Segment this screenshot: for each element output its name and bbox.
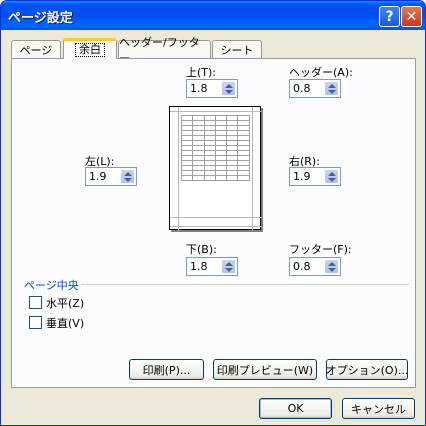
top-margin-stepper[interactable] bbox=[221, 81, 236, 96]
footer-margin-stepper[interactable] bbox=[324, 259, 339, 274]
header-margin-value: 0.8 bbox=[293, 82, 311, 95]
center-vertical-checkbox[interactable] bbox=[29, 316, 42, 329]
page-preview-graphic bbox=[170, 107, 262, 231]
center-horizontal-label[interactable]: 水平(Z) bbox=[46, 295, 84, 311]
print-button[interactable]: 印刷(P)... bbox=[129, 359, 204, 380]
tab-page-label: ページ bbox=[19, 43, 53, 57]
header-margin-label: ヘッダー(A): bbox=[289, 66, 353, 79]
center-vertical-label[interactable]: 垂直(V) bbox=[46, 315, 84, 331]
ok-button[interactable]: OK bbox=[259, 398, 332, 419]
right-margin-stepper[interactable] bbox=[324, 169, 339, 184]
group-divider bbox=[81, 284, 409, 285]
right-margin-value: 1.9 bbox=[293, 170, 311, 183]
help-button[interactable]: ? bbox=[379, 6, 400, 27]
options-button[interactable]: オプション(O)... bbox=[326, 359, 408, 380]
spin-arrows-icon bbox=[225, 262, 233, 272]
print-button-label: 印刷(P)... bbox=[142, 363, 191, 377]
page-preview bbox=[169, 106, 262, 231]
top-margin-spinner[interactable]: 1.8 bbox=[186, 79, 238, 98]
bottom-margin-stepper[interactable] bbox=[221, 259, 236, 274]
print-preview-button-label: 印刷プレビュー(W) bbox=[216, 363, 314, 377]
center-group-label: ページ中央 bbox=[24, 279, 79, 292]
page-setup-dialog: ページ設定 ? ✕ ページ 余白 ヘッダー/フッター シート 上(T): 1.8 bbox=[0, 0, 426, 426]
bottom-margin-label: 下(B): bbox=[186, 243, 217, 256]
options-button-label: オプション(O)... bbox=[325, 363, 409, 377]
header-margin-spinner[interactable]: 0.8 bbox=[289, 79, 341, 98]
footer-margin-spinner[interactable]: 0.8 bbox=[289, 257, 341, 276]
cancel-button[interactable]: キャンセル bbox=[342, 398, 415, 419]
tab-margins[interactable]: 余白 bbox=[63, 38, 117, 59]
spin-arrows-icon bbox=[328, 262, 336, 272]
bottom-margin-value: 1.8 bbox=[190, 260, 208, 273]
print-preview-button[interactable]: 印刷プレビュー(W) bbox=[213, 359, 317, 380]
left-margin-value: 1.9 bbox=[89, 170, 107, 183]
close-button[interactable]: ✕ bbox=[401, 6, 422, 27]
spin-arrows-icon bbox=[124, 172, 132, 182]
header-margin-stepper[interactable] bbox=[324, 81, 339, 96]
spin-arrows-icon bbox=[328, 172, 336, 182]
left-margin-stepper[interactable] bbox=[120, 169, 135, 184]
close-icon: ✕ bbox=[405, 8, 418, 25]
tab-margins-label: 余白 bbox=[75, 43, 105, 57]
center-horizontal-checkbox[interactable] bbox=[29, 296, 42, 309]
tab-header-footer[interactable]: ヘッダー/フッター bbox=[118, 36, 211, 65]
footer-margin-label: フッター(F): bbox=[289, 243, 352, 256]
tab-sheet-label: シート bbox=[220, 43, 254, 57]
cancel-button-label: キャンセル bbox=[351, 402, 406, 416]
tab-sheet[interactable]: シート bbox=[212, 40, 262, 58]
top-margin-label: 上(T): bbox=[186, 66, 217, 79]
bottom-margin-spinner[interactable]: 1.8 bbox=[186, 257, 238, 276]
right-margin-spinner[interactable]: 1.9 bbox=[289, 167, 341, 186]
footer-margin-value: 0.8 bbox=[293, 260, 311, 273]
ok-button-label: OK bbox=[287, 402, 304, 415]
tab-page[interactable]: ページ bbox=[11, 40, 61, 58]
top-margin-value: 1.8 bbox=[190, 82, 208, 95]
spin-arrows-icon bbox=[225, 84, 233, 94]
window-title: ページ設定 bbox=[8, 11, 73, 26]
title-bar[interactable]: ページ設定 ? ✕ bbox=[1, 1, 425, 30]
help-icon: ? bbox=[385, 8, 394, 25]
spin-arrows-icon bbox=[328, 84, 336, 94]
left-margin-spinner[interactable]: 1.9 bbox=[85, 167, 137, 186]
